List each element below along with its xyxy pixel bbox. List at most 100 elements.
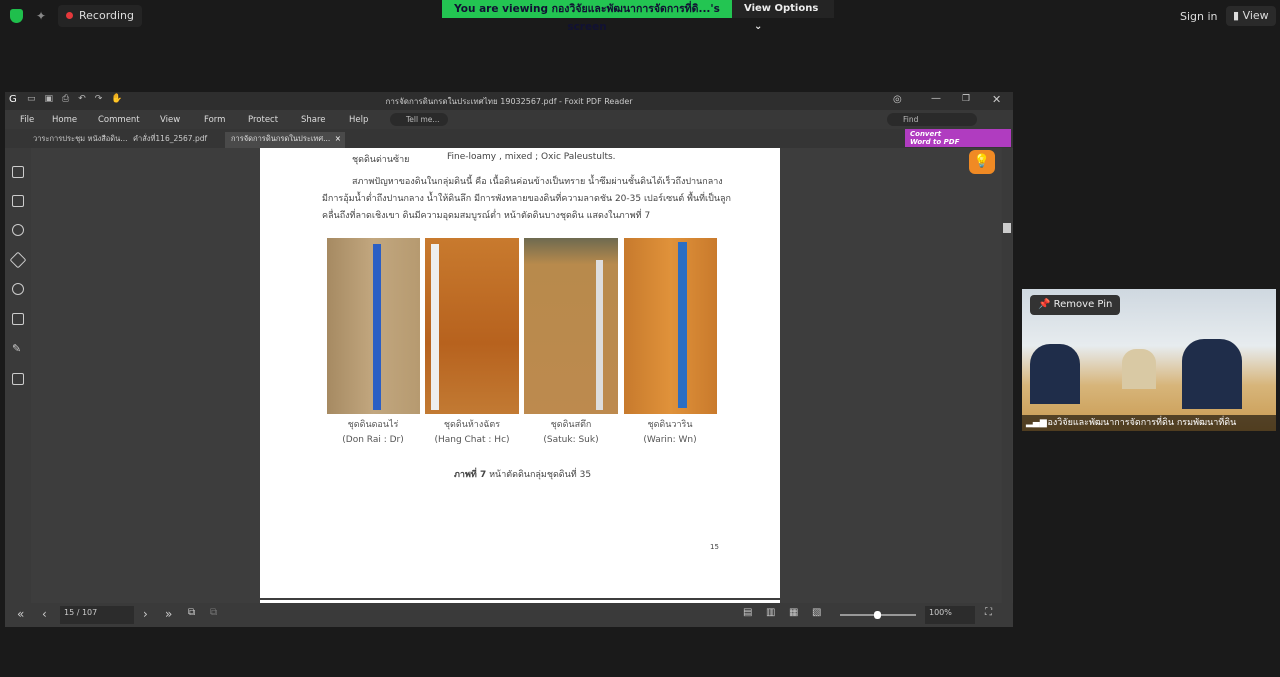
viewing-banner: You are viewing กองวิจัยและพัฒนาการจัดกา… [442, 0, 732, 33]
vertical-scrollbar[interactable] [1002, 148, 1012, 603]
last-page-icon[interactable]: » [165, 607, 172, 621]
soil-photo-hang-chat [425, 238, 519, 414]
view-options-button[interactable]: View Options ⌄ [732, 0, 834, 32]
signature-icon[interactable]: ✎ [12, 343, 24, 355]
tell-me-input[interactable]: Tell me... [390, 113, 448, 126]
participant-name-label: กองวิจัยและพัฒนาการจัดการที่ดิน กรมพัฒนา… [1042, 418, 1237, 428]
single-page-icon[interactable]: ▤ [743, 607, 752, 618]
recording-label: Recording [79, 9, 135, 22]
pin-icon: 📌 [1038, 299, 1054, 310]
next-page-icon[interactable]: › [143, 607, 148, 621]
facing-icon[interactable]: ▦ [789, 607, 798, 618]
caption-th: ชุดดินดอนไร่ [347, 420, 399, 430]
next-view-icon[interactable]: ⧉ [210, 607, 217, 618]
participant-figure [1122, 349, 1156, 389]
soil-photo-satuk [524, 238, 618, 414]
menu-home[interactable]: Home [52, 115, 77, 125]
menu-bar: File Home Comment View Form Protect Shar… [5, 110, 1013, 129]
caption-don-rai: ชุดดินดอนไร่ (Don Rai : Dr) [323, 418, 423, 448]
minimize-icon[interactable]: — [931, 93, 941, 104]
view-label: View [1242, 9, 1269, 22]
menu-form[interactable]: Form [204, 115, 225, 125]
remove-pin-button[interactable]: 📌 Remove Pin [1030, 295, 1121, 315]
previous-view-icon[interactable]: ⧉ [188, 607, 195, 618]
bookmark-icon[interactable] [12, 166, 24, 178]
view-icon: ▮ [1233, 9, 1243, 22]
layers-icon[interactable] [9, 251, 27, 269]
paragraph-line-2: มีการอุ้มน้ำต่ำถึงปานกลาง น้ำให้ดินลึก ม… [322, 194, 731, 204]
pages-icon[interactable] [12, 195, 24, 207]
foxit-window: G ▭▣⎙↶↷✋ การจัดการดินกรดในประเทศไทย 1903… [5, 92, 1013, 627]
account-icon[interactable]: ◎ [893, 94, 902, 105]
caption-en: (Hang Chat : Hc) [434, 435, 510, 445]
page-number: 15 [710, 543, 719, 551]
title-bar: G ▭▣⎙↶↷✋ การจัดการดินกรดในประเทศไทย 1903… [5, 92, 1013, 110]
prev-page-icon[interactable]: ‹ [42, 607, 47, 621]
convert-word-to-pdf-banner[interactable]: Convert Word to PDF [905, 129, 1011, 147]
participant-name: ▂▄▆ กองวิจัยและพัฒนาการจัดการที่ดิน กรมพั… [1022, 415, 1276, 431]
video-tile[interactable]: 📌 Remove Pin ▂▄▆ กองวิจัยและพัฒนาการจัดกา… [1022, 289, 1276, 431]
continuous-icon[interactable]: ▥ [766, 607, 775, 618]
lightbulb-icon[interactable]: 💡 [969, 150, 995, 174]
pdf-page: ชุดดินด่านซ้าย Fine-loamy , mixed ; Oxic… [260, 148, 780, 598]
record-dot-icon [66, 12, 73, 19]
tab-bar: วาระการประชุม หนังสือดิน... คำสั่งที่116… [5, 129, 1013, 148]
signal-bars-icon: ▂▄▆ [1026, 418, 1047, 428]
soil-series-classification: Fine-loamy , mixed ; Oxic Paleustults. [447, 152, 616, 162]
meeting-top-bar: ✦ Recording You are viewing กองวิจัยและพ… [0, 0, 1280, 33]
search-doc-icon[interactable] [12, 373, 24, 385]
caption-hang-chat: ชุดดินห้างฉัตร (Hang Chat : Hc) [422, 418, 522, 448]
soil-series-label: ชุดดินด่านซ้าย [352, 155, 410, 165]
apps-icon[interactable]: ✦ [36, 9, 46, 23]
caption-th: ชุดดินวาริน [647, 420, 693, 430]
zoom-slider[interactable] [840, 611, 916, 619]
tab-acid-soil[interactable]: การจัดการดินกรดในประเทศ... × [225, 132, 345, 148]
menu-help[interactable]: Help [349, 115, 368, 125]
chevron-down-icon: ⌄ [754, 21, 763, 32]
view-button[interactable]: ▮ View [1226, 6, 1276, 26]
left-sidebar: ✎ [5, 148, 31, 603]
figure-number: ภาพที่ 7 [454, 470, 487, 480]
first-page-icon[interactable]: « [17, 607, 24, 621]
cover-facing-icon[interactable]: ▧ [812, 607, 821, 618]
menu-file[interactable]: File [20, 115, 34, 125]
caption-warin: ชุดดินวาริน (Warin: Wn) [620, 418, 720, 448]
paragraph-line-3: คลื่นถึงที่ลาดเชิงเขา ดินมีความอุดมสมบูร… [322, 211, 651, 221]
fullscreen-icon[interactable]: ⛶ [985, 607, 992, 618]
comments-icon[interactable] [12, 224, 24, 236]
zoom-slider-handle[interactable] [874, 611, 881, 619]
attachment-icon[interactable] [12, 283, 24, 295]
caption-en: (Don Rai : Dr) [342, 435, 404, 445]
lock-icon[interactable] [12, 313, 24, 325]
paragraph-line-1: สภาพปัญหาของดินในกลุ่มดินนี้ คือ เนื้อดิ… [352, 177, 723, 187]
menu-view[interactable]: View [160, 115, 180, 125]
caption-en: (Warin: Wn) [643, 435, 697, 445]
figure-text: หน้าตัดดินกลุ่มชุดดินที่ 35 [489, 470, 592, 480]
security-shield-icon[interactable] [10, 9, 23, 23]
find-input[interactable]: Find [887, 113, 977, 126]
document-area: ชุดดินด่านซ้าย Fine-loamy , mixed ; Oxic… [31, 148, 1001, 603]
tab-meeting-agenda[interactable]: วาระการประชุม หนังสือดิน... [27, 132, 133, 148]
participant-figure [1182, 339, 1242, 409]
menu-comment[interactable]: Comment [98, 115, 140, 125]
recording-indicator[interactable]: Recording [58, 5, 143, 27]
caption-th: ชุดดินสตึก [550, 420, 592, 430]
close-tab-icon[interactable]: × [335, 132, 341, 146]
page-number-input[interactable]: 15 / 107 [60, 606, 134, 624]
caption-th: ชุดดินห้างฉัตร [443, 420, 501, 430]
zoom-level-select[interactable]: 100% [925, 606, 975, 624]
remove-pin-label: Remove Pin [1053, 299, 1113, 310]
sign-in-link[interactable]: Sign in [1180, 10, 1218, 23]
scroll-thumb[interactable] [1003, 223, 1011, 233]
view-options-label: View Options [744, 3, 819, 14]
tab-order-116[interactable]: คำสั่งที่116_2567.pdf [127, 132, 213, 148]
caption-en: (Satuk: Suk) [543, 435, 599, 445]
convert-line2: Word to PDF [910, 138, 960, 146]
menu-protect[interactable]: Protect [248, 115, 278, 125]
convert-line1: Convert [910, 130, 942, 138]
restore-icon[interactable]: ❐ [962, 94, 970, 104]
menu-share[interactable]: Share [301, 115, 326, 125]
status-bar: « ‹ 15 / 107 › » ⧉ ⧉ ▤ ▥ ▦ ▧ 100% ⛶ [5, 603, 1013, 627]
close-icon[interactable]: ✕ [992, 93, 1001, 106]
figure-caption: ภาพที่ 7 หน้าตัดดินกลุ่มชุดดินที่ 35 [454, 467, 591, 481]
